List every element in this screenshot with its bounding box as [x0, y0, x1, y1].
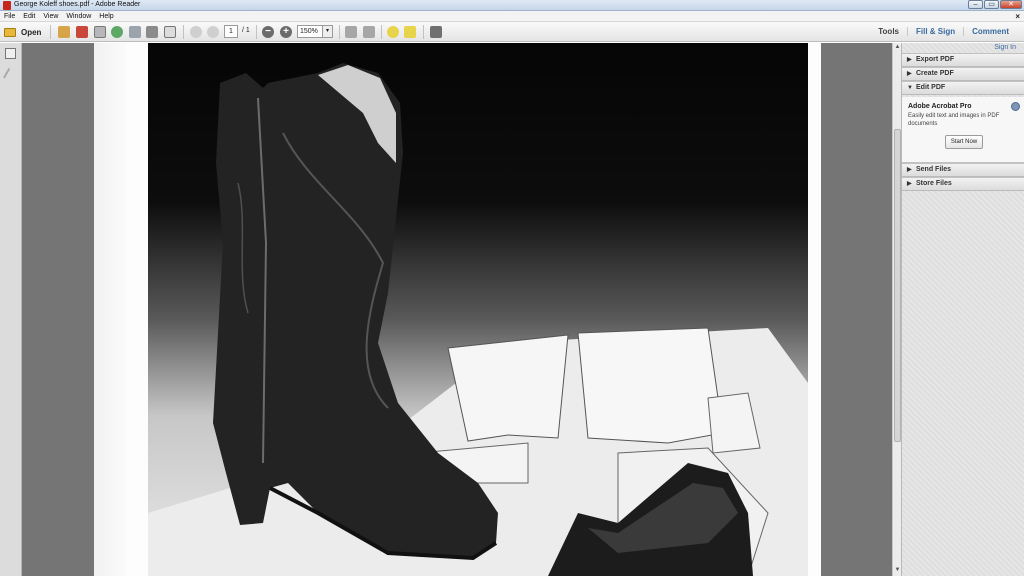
toolbar-divider — [183, 25, 184, 39]
highlight-icon[interactable] — [404, 26, 416, 38]
zoom-out-button[interactable]: − — [262, 26, 274, 38]
toolbar: Open 1 / 1 − + 150% ▾ Tools Fill & Sign … — [0, 22, 1024, 42]
convert-pdf-icon[interactable] — [76, 26, 88, 38]
page-thumbnails-icon[interactable] — [5, 48, 16, 59]
panel-label: Store Files — [916, 180, 952, 187]
acrobat-pro-description: Easily edit text and images in PDF docum… — [908, 113, 1000, 127]
task-links: Tools Fill & Sign Comment — [870, 27, 1017, 36]
menu-edit[interactable]: Edit — [23, 13, 35, 20]
minimize-button[interactable]: – — [968, 0, 983, 9]
document-view[interactable] — [22, 43, 892, 576]
cloud-upload-icon[interactable] — [111, 26, 123, 38]
edit-doc-icon[interactable] — [94, 26, 106, 38]
acrobat-pro-title: Adobe Acrobat Pro — [908, 103, 972, 110]
page-total: / 1 — [242, 27, 250, 34]
panel-edit-pdf[interactable]: ▼ Edit PDF — [902, 81, 1024, 95]
panel-label: Edit PDF — [916, 84, 946, 91]
title-bar: George Koleff shoes.pdf - Adobe Reader –… — [0, 0, 1024, 11]
scroll-up-icon[interactable]: ▲ — [894, 44, 901, 52]
toolbar-divider — [381, 25, 382, 39]
page-margin — [94, 43, 126, 576]
menu-file[interactable]: File — [4, 13, 15, 20]
zoom-value: 150% — [300, 28, 318, 35]
close-document-button[interactable]: × — [1015, 12, 1020, 21]
close-window-button[interactable]: ✕ — [1000, 0, 1022, 9]
vertical-scrollbar[interactable]: ▲ ▼ — [892, 43, 901, 576]
menu-bar: File Edit View Window Help × — [0, 11, 1024, 22]
pdf-page — [94, 43, 821, 576]
toolbar-divider — [256, 25, 257, 39]
scroll-down-icon[interactable]: ▼ — [894, 567, 901, 575]
menu-window[interactable]: Window — [66, 13, 91, 20]
panel-send-files[interactable]: ▶ Send Files — [902, 163, 1024, 177]
save-icon[interactable] — [129, 26, 141, 38]
expand-arrow-icon: ▶ — [907, 71, 912, 77]
email-icon[interactable] — [164, 26, 176, 38]
left-navigation-pane — [0, 43, 22, 576]
full-screen-icon[interactable] — [430, 26, 442, 38]
panel-store-files[interactable]: ▶ Store Files — [902, 177, 1024, 191]
expand-arrow-icon: ▶ — [907, 57, 912, 63]
menu-view[interactable]: View — [43, 13, 58, 20]
panel-label: Export PDF — [916, 56, 955, 63]
open-label: Open — [21, 27, 42, 37]
window-controls: – ▭ ✕ — [968, 0, 1022, 10]
window-title: George Koleff shoes.pdf - Adobe Reader — [14, 1, 141, 8]
panel-label: Create PDF — [916, 70, 954, 77]
panel-create-pdf[interactable]: ▶ Create PDF — [902, 67, 1024, 81]
fill-sign-link[interactable]: Fill & Sign — [907, 27, 963, 36]
scrollbar-thumb[interactable] — [894, 129, 901, 442]
create-pdf-icon[interactable] — [58, 26, 70, 38]
tools-pane: Sign In ▶ Export PDF ▶ Create PDF ▼ Edit PD… — [901, 43, 1024, 576]
fit-width-icon[interactable] — [345, 26, 357, 38]
toolbar-divider — [423, 25, 424, 39]
adobe-reader-icon — [3, 1, 11, 10]
attachments-icon[interactable] — [2, 67, 19, 84]
expand-arrow-icon: ▶ — [907, 167, 912, 173]
panel-label: Send Files — [916, 166, 952, 173]
toolbar-divider — [339, 25, 340, 39]
tools-link[interactable]: Tools — [870, 27, 907, 36]
zoom-in-button[interactable]: + — [280, 26, 292, 38]
open-button[interactable]: Open — [4, 26, 41, 38]
start-now-button[interactable]: Start Now — [945, 135, 983, 149]
page-number-input[interactable]: 1 — [224, 25, 238, 38]
acrobat-info-icon[interactable] — [1011, 102, 1020, 111]
panel-export-pdf[interactable]: ▶ Export PDF — [902, 53, 1024, 67]
collapse-arrow-icon: ▼ — [907, 85, 913, 91]
menu-help[interactable]: Help — [99, 13, 113, 20]
print-icon[interactable] — [146, 26, 158, 38]
chevron-down-icon[interactable]: ▾ — [322, 26, 332, 37]
fit-page-icon[interactable] — [363, 26, 375, 38]
maximize-button[interactable]: ▭ — [984, 0, 999, 9]
comment-icon[interactable] — [387, 26, 399, 38]
expand-arrow-icon: ▶ — [907, 181, 912, 187]
shoes-photo-graphic — [148, 63, 808, 576]
shoes-photograph — [148, 43, 808, 576]
toolbar-divider — [50, 25, 51, 39]
next-page-icon[interactable] — [207, 26, 219, 38]
previous-page-icon[interactable] — [190, 26, 202, 38]
folder-icon — [4, 27, 16, 37]
sign-in-link[interactable]: Sign In — [994, 44, 1016, 51]
zoom-select[interactable]: 150% ▾ — [297, 25, 333, 38]
edit-pdf-panel-body: Adobe Acrobat Pro Easily edit text and i… — [902, 97, 1024, 163]
comment-link[interactable]: Comment — [963, 27, 1017, 36]
